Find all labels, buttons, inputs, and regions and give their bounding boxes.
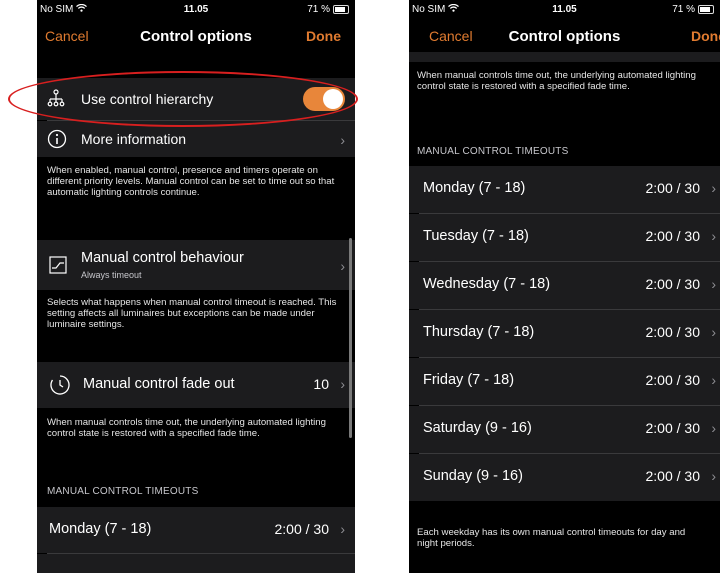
day-timeout-row[interactable]: Monday (7 - 18) 2:00 / 30 ›: [409, 166, 720, 213]
day-label: Friday (7 - 18): [423, 372, 515, 388]
chevron-right-icon: ›: [711, 468, 716, 484]
day-value: 2:00 / 30: [645, 468, 701, 484]
day-label: Saturday (9 - 16): [423, 420, 532, 436]
manual-control-behaviour-row[interactable]: Manual control behaviour Always timeout …: [37, 240, 355, 290]
day-timeout-row[interactable]: Saturday (9 - 16) 2:00 / 30 ›: [409, 406, 720, 453]
day-label: Monday (7 - 18): [49, 521, 152, 537]
section-header: MANUAL CONTROL TIMEOUTS: [417, 146, 569, 157]
highlight-ellipse: [8, 71, 358, 127]
timer-icon: [49, 374, 71, 401]
chevron-right-icon: ›: [340, 132, 345, 148]
previous-row-partial[interactable]: [409, 52, 720, 62]
done-button[interactable]: Done: [306, 28, 341, 44]
chevron-right-icon: ›: [340, 521, 345, 537]
chevron-right-icon: ›: [340, 376, 345, 392]
page-title: Control options: [508, 28, 621, 45]
day-value: 2:00 / 30: [645, 324, 701, 340]
manual-control-fade-out-row[interactable]: Manual control fade out 10 ›: [37, 362, 355, 408]
chart-icon: [49, 256, 67, 279]
day-label: Sunday (9 - 16): [423, 468, 523, 484]
right-screen: No SIM 11.05 71 % Cancel Control options…: [409, 0, 720, 573]
day-label: Monday (7 - 18): [423, 180, 526, 196]
chevron-right-icon: ›: [711, 180, 716, 196]
hierarchy-description: When enabled, manual control, presence a…: [47, 165, 335, 198]
info-icon: [47, 129, 67, 154]
battery-icon: [698, 5, 714, 14]
weekday-description: Each weekday has its own manual control …: [417, 527, 686, 549]
day-timeout-row[interactable]: Sunday (9 - 16) 2:00 / 30 ›: [409, 454, 720, 501]
scrollbar[interactable]: [349, 238, 352, 438]
status-bar: No SIM 11.05 71 %: [409, 0, 720, 20]
day-timeout-row[interactable]: Wednesday (7 - 18) 2:00 / 30 ›: [409, 262, 720, 309]
battery-percent: 71 %: [672, 4, 695, 15]
nav-bar: Cancel Control options Done: [37, 20, 355, 52]
fade-out-description: When manual controls time out, the under…: [417, 70, 696, 92]
behaviour-value: Always timeout: [81, 270, 142, 280]
day-label: Tuesday (7 - 18): [423, 228, 529, 244]
day-value: 2:00 / 30: [645, 228, 701, 244]
monday-timeout-row[interactable]: Monday (7 - 18) 2:00 / 30 ›: [37, 507, 355, 553]
day-value: 2:00 / 30: [645, 180, 701, 196]
chevron-right-icon: ›: [711, 324, 716, 340]
status-bar: No SIM 11.05 71 %: [37, 0, 355, 20]
fade-out-label: Manual control fade out: [83, 376, 235, 392]
day-value: 2:00 / 30: [645, 420, 701, 436]
day-timeout-row[interactable]: Tuesday (7 - 18) 2:00 / 30 ›: [409, 214, 720, 261]
day-timeout-row[interactable]: Friday (7 - 18) 2:00 / 30 ›: [409, 358, 720, 405]
chevron-right-icon: ›: [711, 372, 716, 388]
fade-out-value: 10: [313, 376, 329, 392]
day-value: 2:00 / 30: [274, 521, 330, 537]
section-header: MANUAL CONTROL TIMEOUTS: [47, 486, 199, 497]
chevron-right-icon: ›: [711, 276, 716, 292]
day-value: 2:00 / 30: [645, 372, 701, 388]
more-information-label: More information: [81, 131, 187, 147]
day-label: Wednesday (7 - 18): [423, 276, 551, 292]
nav-bar: Cancel Control options Done: [409, 20, 720, 52]
chevron-right-icon: ›: [711, 228, 716, 244]
done-button[interactable]: Done: [691, 28, 720, 44]
fade-out-description: When manual controls time out, the under…: [47, 417, 326, 439]
behaviour-description: Selects what happens when manual control…: [47, 297, 337, 330]
battery-icon: [333, 5, 349, 14]
day-timeout-row[interactable]: Thursday (7 - 18) 2:00 / 30 ›: [409, 310, 720, 357]
chevron-right-icon: ›: [711, 420, 716, 436]
battery-percent: 71 %: [307, 4, 330, 15]
next-row-partial[interactable]: [37, 554, 355, 573]
day-value: 2:00 / 30: [645, 276, 701, 292]
behaviour-label: Manual control behaviour: [81, 250, 244, 266]
day-label: Thursday (7 - 18): [423, 324, 535, 340]
chevron-right-icon: ›: [340, 258, 345, 274]
